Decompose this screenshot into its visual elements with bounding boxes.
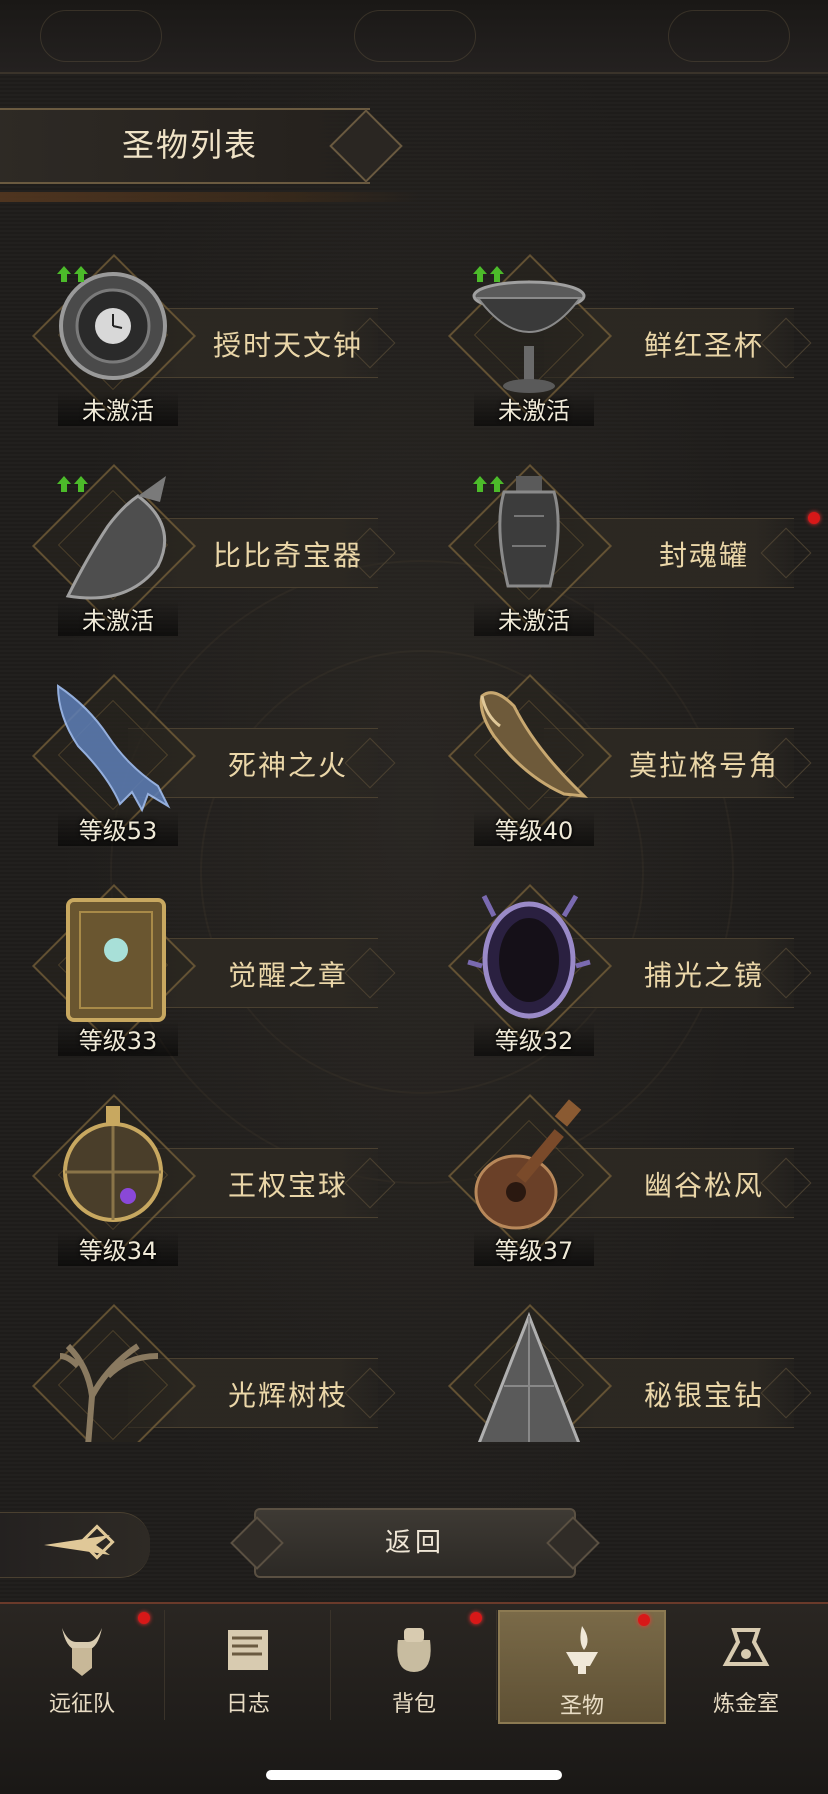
tab-label: 远征队 (48, 1692, 115, 1717)
relic-name: 王权宝球 (227, 1169, 348, 1202)
spectral-hand-icon (56, 684, 171, 813)
relic-card[interactable]: 王权宝球等级34 (8, 1076, 398, 1276)
upgrade-indicator (56, 474, 90, 494)
upgrade-arrow-icon (473, 476, 504, 492)
bottom-tab-bar: 远征队 日志 背包 圣物 炼金室 (0, 1602, 828, 1794)
bag-icon (397, 1628, 431, 1672)
relic-card[interactable]: 死神之火等级53 (8, 656, 398, 856)
notification-dot (808, 512, 820, 524)
relic-status: 未激活 (474, 601, 594, 636)
relic-status: 等级53 (58, 811, 178, 846)
notification-dot (138, 1612, 150, 1624)
relic-card[interactable]: 觉醒之章等级33 (8, 866, 398, 1066)
alchemy-icon (722, 1628, 770, 1666)
upgrade-indicator (56, 264, 90, 284)
relic-name: 捕光之镜 (643, 959, 764, 992)
relic-status: 未激活 (474, 391, 594, 426)
tab-label: 背包 (391, 1692, 436, 1717)
header-underline (0, 192, 420, 202)
relic-name: 幽谷松风 (643, 1169, 764, 1202)
horned-helmet-icon (62, 1628, 102, 1676)
upgrade-arrow-icon (473, 266, 504, 282)
frame-ornament (668, 10, 790, 62)
horn-icon (479, 691, 589, 798)
relic-card[interactable]: 鲜红圣杯未激活 (424, 236, 814, 436)
relic-name: 秘银宝钻 (643, 1379, 764, 1412)
relic-status: 等级34 (58, 1231, 178, 1266)
notification-dot (470, 1612, 482, 1624)
relic-card[interactable]: 莫拉格号角等级40 (424, 656, 814, 856)
relic-status: 未激活 (58, 391, 178, 426)
branch-icon (59, 1343, 159, 1442)
tab-label: 日志 (225, 1692, 270, 1717)
relic-card[interactable]: 封魂罐未激活 (424, 446, 820, 646)
home-indicator[interactable] (266, 1770, 562, 1780)
footer-controls: 返回 (0, 1500, 828, 1580)
back-button[interactable]: 返回 (254, 1508, 576, 1578)
relic-card[interactable]: 授时天文钟未激活 (8, 236, 398, 436)
upgrade-indicator (472, 474, 506, 494)
tab-3[interactable]: 背包 (332, 1610, 497, 1720)
relic-name: 莫拉格号角 (628, 749, 779, 782)
relic-card[interactable]: 比比奇宝器未激活 (8, 446, 398, 646)
relic-name: 光辉树枝 (227, 1379, 348, 1412)
relic-card[interactable]: 幽谷松风等级37 (424, 1076, 814, 1276)
relic-status: 未激活 (58, 601, 178, 636)
relic-card[interactable]: 秘银宝钻 (424, 1286, 814, 1442)
tab-label: 炼金室 (712, 1692, 779, 1717)
relic-name: 死神之火 (227, 749, 348, 782)
scroll-icon (228, 1630, 268, 1670)
relic-status: 等级33 (58, 1021, 178, 1056)
frame-ornament (40, 10, 162, 62)
relic-name: 封魂罐 (658, 539, 749, 572)
top-frame (0, 0, 828, 74)
upgrade-indicator (472, 264, 506, 284)
relic-list[interactable]: 授时天文钟 未激活 鲜红圣杯 未激活 比比奇宝器 未激活 封魂罐 未激活 死神之火 等级53 莫拉格… (0, 210, 828, 1442)
relic-card[interactable]: 光辉树枝 (8, 1286, 398, 1442)
frame-ornament (354, 10, 476, 62)
relic-status: 等级40 (474, 811, 594, 846)
collapse-arrow-button[interactable] (0, 1512, 150, 1578)
relic-name: 授时天文钟 (212, 329, 363, 362)
tab-4[interactable]: 圣物 (498, 1610, 666, 1724)
brazier-icon (566, 1626, 598, 1674)
lute-icon (474, 1099, 582, 1230)
relic-status: 等级32 (474, 1021, 594, 1056)
upgrade-arrow-icon (57, 476, 88, 492)
tab-2[interactable]: 日志 (166, 1610, 331, 1720)
relic-status: 等级37 (474, 1231, 594, 1266)
tab-5[interactable]: 炼金室 (664, 1610, 828, 1720)
mirror-icon (467, 894, 591, 1019)
page-title: 圣物列表 (122, 126, 259, 164)
relic-card[interactable]: 捕光之镜等级32 (424, 866, 814, 1066)
upgrade-arrow-icon (57, 266, 88, 282)
relic-name: 鲜红圣杯 (643, 329, 764, 362)
relic-name: 比比奇宝器 (212, 539, 363, 572)
relic-name: 觉醒之章 (227, 959, 348, 992)
notification-dot (638, 1614, 650, 1626)
tab-1[interactable]: 远征队 (0, 1610, 165, 1720)
arrow-left-icon (44, 1524, 115, 1560)
diamond-gem-icon (477, 1311, 581, 1442)
tab-label: 圣物 (559, 1694, 604, 1719)
book-icon (66, 898, 166, 1022)
orb-icon (63, 1106, 163, 1222)
